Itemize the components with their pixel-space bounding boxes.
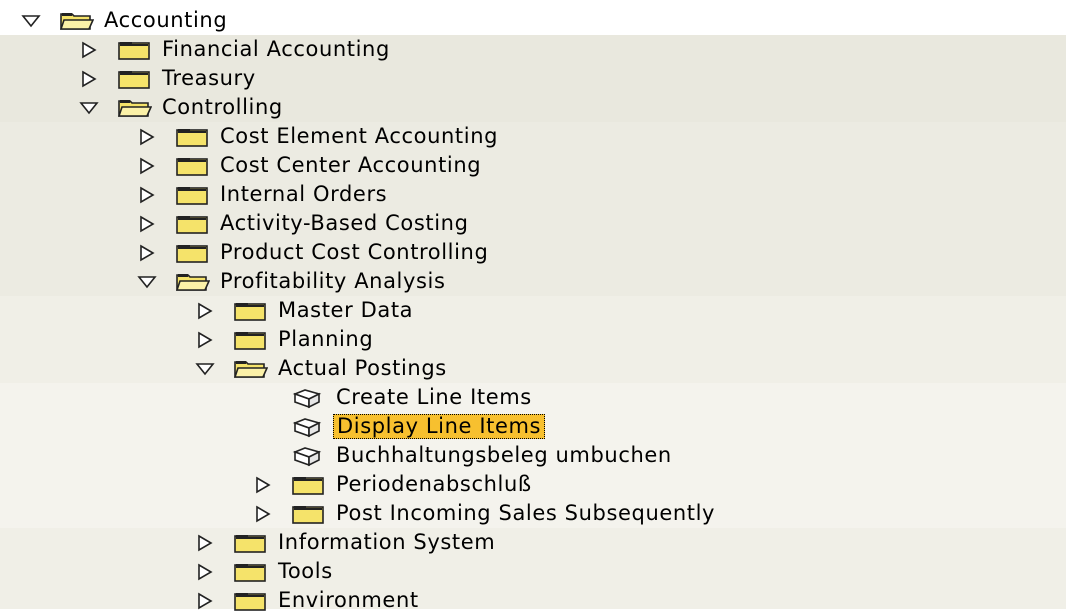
tree-node-label: Post Incoming Sales Subsequently <box>336 501 716 525</box>
triangle-right-icon[interactable] <box>193 590 217 612</box>
triangle-down-icon[interactable] <box>19 10 43 32</box>
triangle-right-icon[interactable] <box>193 300 217 322</box>
tree-node-label: Cost Element Accounting <box>220 124 499 148</box>
folder-closed-icon <box>118 68 152 90</box>
tree-node-periodenabschluss[interactable]: Periodenabschluß <box>0 470 1066 499</box>
transaction-cube-icon <box>292 445 326 467</box>
tree-node-label: Display Line Items <box>333 414 546 439</box>
tree-node-label: Planning <box>278 327 374 351</box>
tree-node-environment[interactable]: Environment <box>0 586 1066 615</box>
tree-node-label: Treasury <box>162 66 256 90</box>
triangle-right-icon[interactable] <box>135 242 159 264</box>
tree-node-label: Create Line Items <box>336 385 532 409</box>
tree-node-label: Profitability Analysis <box>220 269 446 293</box>
folder-closed-icon <box>292 503 326 525</box>
tree-node-planning[interactable]: Planning <box>0 325 1066 354</box>
tree-node-controlling[interactable]: Controlling <box>0 93 1066 122</box>
triangle-right-icon[interactable] <box>193 329 217 351</box>
triangle-right-icon[interactable] <box>77 68 101 90</box>
tree-node-treasury[interactable]: Treasury <box>0 64 1066 93</box>
tree-node-label: Information System <box>278 530 496 554</box>
folder-closed-icon <box>176 242 210 264</box>
folder-closed-icon <box>292 474 326 496</box>
folder-closed-icon <box>234 532 268 554</box>
tree-node-profitability-analysis[interactable]: Profitability Analysis <box>0 267 1066 296</box>
triangle-right-icon[interactable] <box>193 561 217 583</box>
tree-node-buchhaltungsbeleg-umbuchen[interactable]: Buchhaltungsbeleg umbuchen <box>0 441 1066 470</box>
folder-open-icon <box>234 358 268 380</box>
triangle-right-icon[interactable] <box>251 474 275 496</box>
triangle-right-icon[interactable] <box>193 532 217 554</box>
folder-closed-icon <box>234 561 268 583</box>
folder-closed-icon <box>234 329 268 351</box>
folder-closed-icon <box>234 300 268 322</box>
tree-node-label: Controlling <box>162 95 283 119</box>
tree-node-label: Financial Accounting <box>162 37 390 61</box>
menu-tree: Accounting Financial Accounting Treasury Co… <box>0 0 1066 612</box>
tree-node-label: Tools <box>278 559 333 583</box>
folder-closed-icon <box>118 39 152 61</box>
tree-node-financial-accounting[interactable]: Financial Accounting <box>0 35 1066 64</box>
tree-node-cost-center-accounting[interactable]: Cost Center Accounting <box>0 151 1066 180</box>
folder-open-icon <box>60 10 94 32</box>
tree-node-internal-orders[interactable]: Internal Orders <box>0 180 1066 209</box>
triangle-down-icon[interactable] <box>135 271 159 293</box>
triangle-right-icon[interactable] <box>135 126 159 148</box>
folder-closed-icon <box>176 184 210 206</box>
tree-node-label: Accounting <box>104 8 228 32</box>
transaction-cube-icon <box>292 387 326 409</box>
tree-node-product-cost-controlling[interactable]: Product Cost Controlling <box>0 238 1066 267</box>
tree-node-create-line-items[interactable]: Create Line Items <box>0 383 1066 412</box>
triangle-down-icon[interactable] <box>193 358 217 380</box>
transaction-cube-icon <box>292 416 326 438</box>
tree-node-tools[interactable]: Tools <box>0 557 1066 586</box>
tree-node-label: Buchhaltungsbeleg umbuchen <box>336 443 672 467</box>
tree-node-label: Internal Orders <box>220 182 388 206</box>
triangle-right-icon[interactable] <box>135 213 159 235</box>
tree-node-post-incoming-sales-subsequently[interactable]: Post Incoming Sales Subsequently <box>0 499 1066 528</box>
triangle-right-icon[interactable] <box>135 155 159 177</box>
tree-node-label: Cost Center Accounting <box>220 153 482 177</box>
tree-node-information-system[interactable]: Information System <box>0 528 1066 557</box>
tree-node-actual-postings[interactable]: Actual Postings <box>0 354 1066 383</box>
tree-node-master-data[interactable]: Master Data <box>0 296 1066 325</box>
tree-node-cost-element-accounting[interactable]: Cost Element Accounting <box>0 122 1066 151</box>
triangle-right-icon[interactable] <box>135 184 159 206</box>
folder-closed-icon <box>234 590 268 612</box>
folder-closed-icon <box>176 126 210 148</box>
tree-node-display-line-items[interactable]: Display Line Items <box>0 412 1066 441</box>
tree-node-label: Product Cost Controlling <box>220 240 489 264</box>
tree-node-label: Activity-Based Costing <box>220 211 469 235</box>
folder-closed-icon <box>176 155 210 177</box>
tree-node-label: Environment <box>278 588 419 612</box>
triangle-right-icon[interactable] <box>77 39 101 61</box>
tree-node-label: Periodenabschluß <box>336 472 532 496</box>
triangle-down-icon[interactable] <box>77 97 101 119</box>
folder-open-icon <box>118 97 152 119</box>
triangle-right-icon[interactable] <box>251 503 275 525</box>
tree-node-label: Master Data <box>278 298 414 322</box>
tree-node-activity-based-costing[interactable]: Activity-Based Costing <box>0 209 1066 238</box>
folder-closed-icon <box>176 213 210 235</box>
folder-open-icon <box>176 271 210 293</box>
tree-node-label: Actual Postings <box>278 356 447 380</box>
tree-node-accounting[interactable]: Accounting <box>0 6 1066 35</box>
